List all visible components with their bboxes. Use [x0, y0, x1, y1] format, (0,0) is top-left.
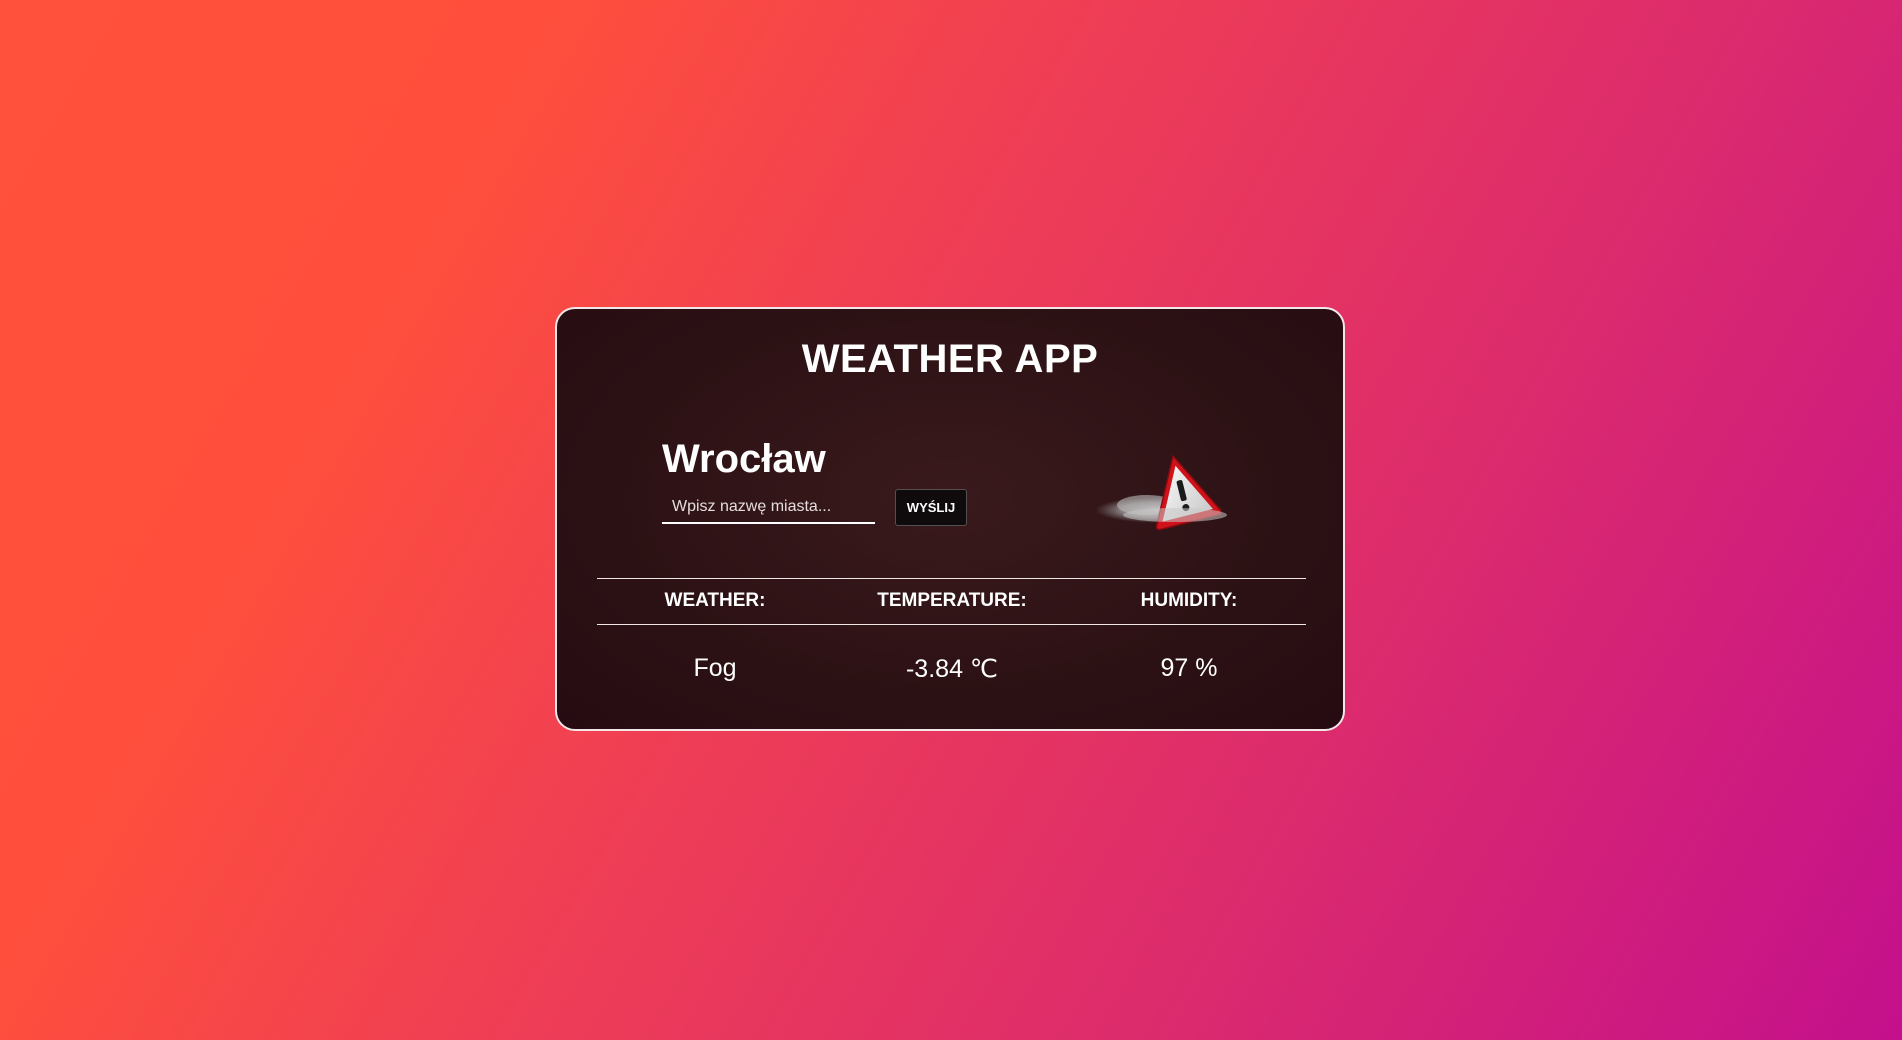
- table-divider-top: [597, 578, 1306, 579]
- humidity-header: HUMIDITY:: [1140, 590, 1238, 611]
- temperature-value: -3.84: [905, 655, 963, 683]
- send-button[interactable]: WYŚLIJ: [895, 489, 967, 526]
- city-search-input[interactable]: [662, 492, 875, 524]
- weather-header: WEATHER:: [664, 590, 766, 611]
- warning-fog-icon: [1095, 447, 1237, 537]
- weather-value: Fog: [693, 654, 737, 682]
- city-name: Wrocław: [662, 437, 826, 481]
- weather-card: WEATHER APP Wrocław WYŚLIJ: [555, 307, 1345, 731]
- temperature-unit: ℃: [969, 656, 998, 683]
- app-title: WEATHER APP: [801, 337, 1099, 381]
- humidity-value: 97 %: [1160, 654, 1218, 682]
- temperature-header: TEMPERATURE:: [877, 590, 1027, 611]
- table-divider-bottom: [597, 624, 1306, 625]
- temperature-value-cell: -3.84 ℃: [832, 654, 1072, 684]
